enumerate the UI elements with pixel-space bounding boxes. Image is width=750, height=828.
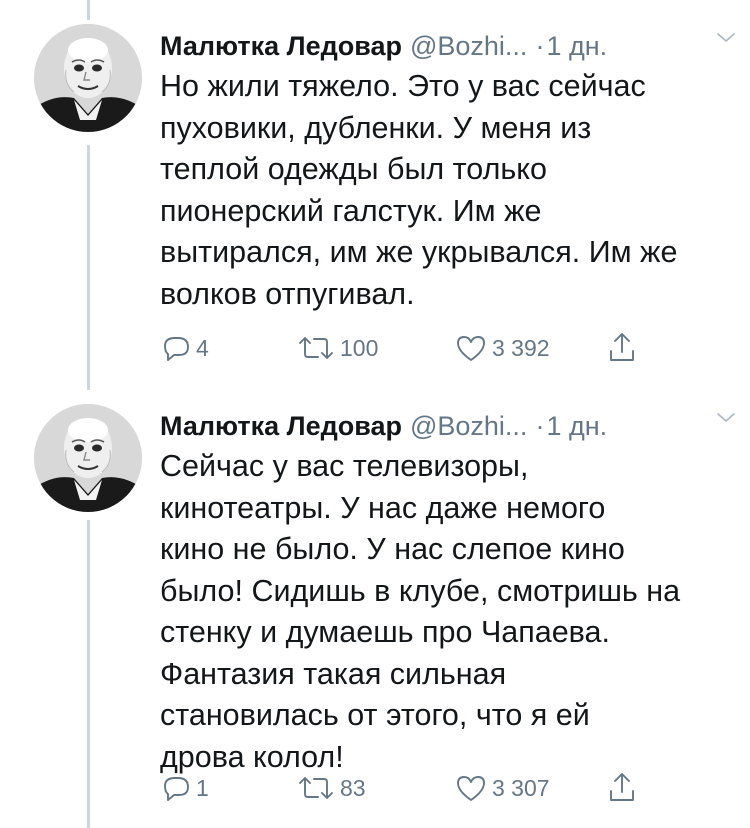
timestamp[interactable]: 1 дн. bbox=[546, 31, 607, 61]
chevron-down-icon[interactable] bbox=[714, 26, 738, 50]
tweet-header: Малютка Ледовар @Bozhi... ·1 дн. bbox=[160, 26, 720, 66]
avatar[interactable] bbox=[34, 404, 142, 512]
author-name[interactable]: Малютка Ледовар bbox=[160, 31, 402, 61]
retweet-count: 100 bbox=[340, 334, 379, 361]
like-button[interactable]: 3 307 bbox=[454, 770, 550, 806]
timestamp[interactable]: 1 дн. bbox=[546, 411, 607, 441]
tweet-actions: 4 100 3 392 bbox=[160, 330, 680, 366]
avatar-portrait-icon bbox=[34, 404, 142, 512]
chevron-down-icon[interactable] bbox=[714, 406, 738, 430]
retweet-icon bbox=[299, 777, 333, 799]
retweet-count: 83 bbox=[340, 774, 366, 801]
reply-count: 4 bbox=[196, 334, 209, 361]
heart-icon bbox=[457, 336, 485, 361]
tweet[interactable]: Малютка Ледовар @Bozhi... ·1 дн. Но жили т… bbox=[0, 18, 750, 380]
tweet-text: Сейчас у вас телевизоры, кинотеатры. У н… bbox=[160, 449, 681, 774]
tweet-header: Малютка Ледовар @Bozhi... ·1 дн. bbox=[160, 406, 720, 446]
like-count: 3 307 bbox=[492, 774, 550, 801]
share-button[interactable] bbox=[606, 770, 638, 806]
author-handle[interactable]: @Bozhi... bbox=[410, 411, 527, 441]
reply-button[interactable]: 1 bbox=[160, 770, 209, 806]
like-button[interactable]: 3 392 bbox=[454, 330, 550, 366]
thread-line bbox=[87, 0, 90, 20]
separator: · bbox=[535, 411, 545, 441]
share-icon bbox=[610, 773, 634, 801]
reply-button[interactable]: 4 bbox=[160, 330, 209, 366]
avatar[interactable] bbox=[34, 24, 142, 132]
separator: · bbox=[535, 31, 545, 61]
reply-count: 1 bbox=[196, 774, 209, 801]
tweet[interactable]: Малютка Ледовар @Bozhi... ·1 дн. Сейчас у … bbox=[0, 398, 750, 828]
tweet-actions: 1 83 3 307 bbox=[160, 770, 680, 806]
reply-icon bbox=[164, 777, 189, 801]
retweet-button[interactable]: 100 bbox=[296, 330, 378, 366]
heart-icon bbox=[457, 776, 485, 801]
author-name[interactable]: Малютка Ледовар bbox=[160, 411, 402, 441]
reply-icon bbox=[164, 337, 189, 361]
like-count: 3 392 bbox=[492, 334, 550, 361]
share-icon bbox=[610, 333, 634, 361]
author-handle[interactable]: @Bozhi... bbox=[410, 31, 527, 61]
retweet-button[interactable]: 83 bbox=[296, 770, 366, 806]
avatar-portrait-icon bbox=[34, 24, 142, 132]
share-button[interactable] bbox=[606, 330, 638, 366]
tweet-text: Но жили тяжело. Это у вас сейчас пуховик… bbox=[160, 69, 678, 311]
retweet-icon bbox=[299, 337, 333, 359]
